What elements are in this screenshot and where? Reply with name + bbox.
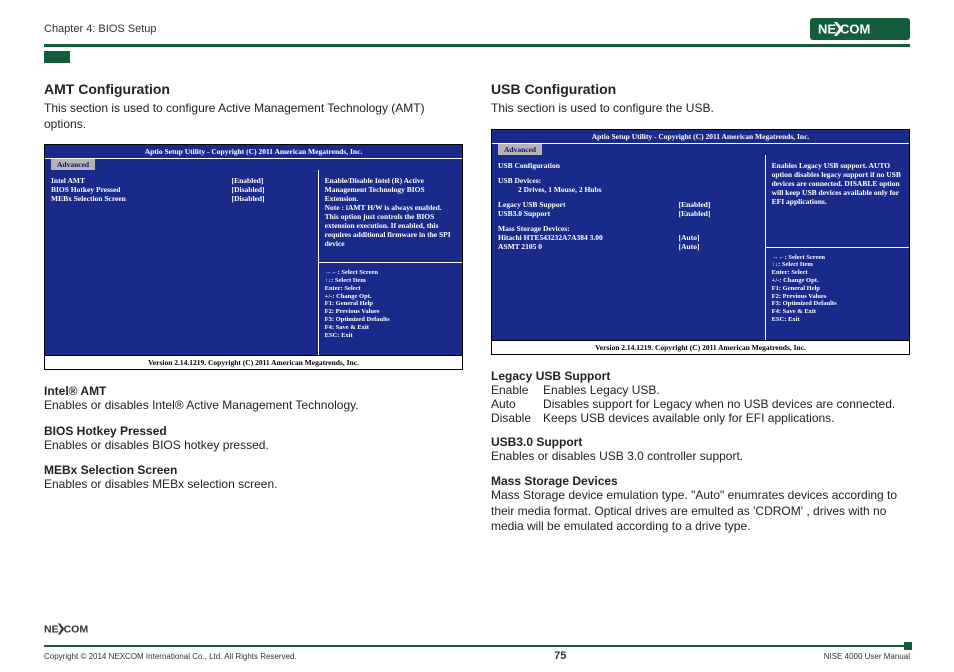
bios-header2: Aptio Setup Utility - Copyright (C) 2011… — [492, 130, 909, 144]
opt-mebx: MEBx Selection Screen — [51, 194, 232, 203]
legacy-auto-k: Auto — [491, 397, 543, 411]
bios-tab-advanced2: Advanced — [498, 144, 542, 155]
manual-name: NISE 4000 User Manual — [824, 652, 910, 661]
field-mebx-body: Enables or disables MEBx selection scree… — [44, 477, 463, 493]
footer-rule — [44, 645, 910, 647]
chapter-label: Chapter 4: BIOS Setup — [44, 23, 157, 35]
val-legacy-usb: [Enabled] — [679, 200, 759, 209]
amt-title: AMT Configuration — [44, 81, 463, 97]
opt-intel-amt: Intel AMT — [51, 176, 232, 185]
svg-text:COM: COM — [64, 624, 89, 636]
opt-asmt: ASMT 2105 0 — [498, 242, 679, 251]
usb3-body: Enables or disables USB 3.0 controller s… — [491, 449, 910, 465]
val-usb3: [Enabled] — [679, 209, 759, 218]
bios-footer: Version 2.14.1219. Copyright (C) 2011 Am… — [45, 355, 462, 369]
field-hotkey-title: BIOS Hotkey Pressed — [44, 424, 463, 438]
svg-text:NE: NE — [44, 624, 59, 636]
bios-footer2: Version 2.14.1219. Copyright (C) 2011 Am… — [492, 340, 909, 354]
legacy-auto-v: Disables support for Legacy when no USB … — [543, 397, 907, 411]
field-hotkey-body: Enables or disables BIOS hotkey pressed. — [44, 438, 463, 454]
usb-desc: This section is used to configure the US… — [491, 101, 910, 117]
bios-help-text2: Enables Legacy USB support. AUTO option … — [766, 155, 909, 248]
page-number: 75 — [554, 650, 566, 662]
legacy-enable-k: Enable — [491, 383, 543, 397]
usb-devices-label: USB Devices: — [498, 176, 759, 185]
usb-title: USB Configuration — [491, 81, 910, 97]
legacy-disable-v: Keeps USB devices available only for EFI… — [543, 411, 907, 425]
bios-tab-advanced: Advanced — [51, 159, 95, 170]
copyright: Copyright © 2014 NEXCOM International Co… — [44, 652, 297, 661]
bios-usb-panel: Aptio Setup Utility - Copyright (C) 2011… — [491, 129, 910, 355]
svg-text:NE: NE — [818, 22, 836, 37]
usb-conf-heading: USB Configuration — [498, 161, 759, 170]
legacy-enable-v: Enables Legacy USB. — [543, 383, 907, 397]
side-tab — [44, 51, 70, 63]
val-asmt: [Auto] — [679, 242, 759, 251]
opt-hotkey: BIOS Hotkey Pressed — [51, 185, 232, 194]
header-rule — [44, 44, 910, 47]
usb-devices-list: 2 Drives, 1 Mouse, 2 Hubs — [498, 185, 759, 194]
val-hotkey: [Disabled] — [232, 185, 312, 194]
usb3-title: USB3.0 Support — [491, 435, 910, 449]
bios-key-hints: →←: Select Screen ↑↓: Select Item Enter:… — [319, 263, 462, 355]
field-intel-amt-body: Enables or disables Intel® Active Manage… — [44, 398, 463, 414]
field-mebx-title: MEBx Selection Screen — [44, 463, 463, 477]
val-intel-amt: [Enabled] — [232, 176, 312, 185]
legacy-disable-k: Disable — [491, 411, 543, 425]
footer-square-icon — [904, 642, 912, 650]
mass-body: Mass Storage device emulation type. "Aut… — [491, 488, 910, 535]
amt-desc: This section is used to configure Active… — [44, 101, 463, 132]
bios-header: Aptio Setup Utility - Copyright (C) 2011… — [45, 145, 462, 159]
field-intel-amt-title: Intel® AMT — [44, 384, 463, 398]
opt-hitachi: Hitachi HTE543232A7A384 3.00 — [498, 233, 679, 242]
bios-help-text: Enable/Disable Intel (R) Active Manageme… — [319, 170, 462, 263]
nexcom-logo-footer: NE COM — [44, 621, 114, 637]
mass-title: Mass Storage Devices — [491, 474, 910, 488]
opt-usb3: USB3.0 Support — [498, 209, 679, 218]
bios-key-hints2: →←: Select Screen ↑↓: Select Item Enter:… — [766, 248, 909, 340]
val-hitachi: [Auto] — [679, 233, 759, 242]
opt-legacy-usb: Legacy USB Support — [498, 200, 679, 209]
nexcom-logo: NE COM — [810, 18, 910, 40]
legacy-usb-title: Legacy USB Support — [491, 369, 910, 383]
mass-storage-label: Mass Storage Devices: — [498, 224, 759, 233]
val-mebx: [Disabled] — [232, 194, 312, 203]
svg-text:COM: COM — [840, 22, 870, 37]
bios-amt-panel: Aptio Setup Utility - Copyright (C) 2011… — [44, 144, 463, 370]
